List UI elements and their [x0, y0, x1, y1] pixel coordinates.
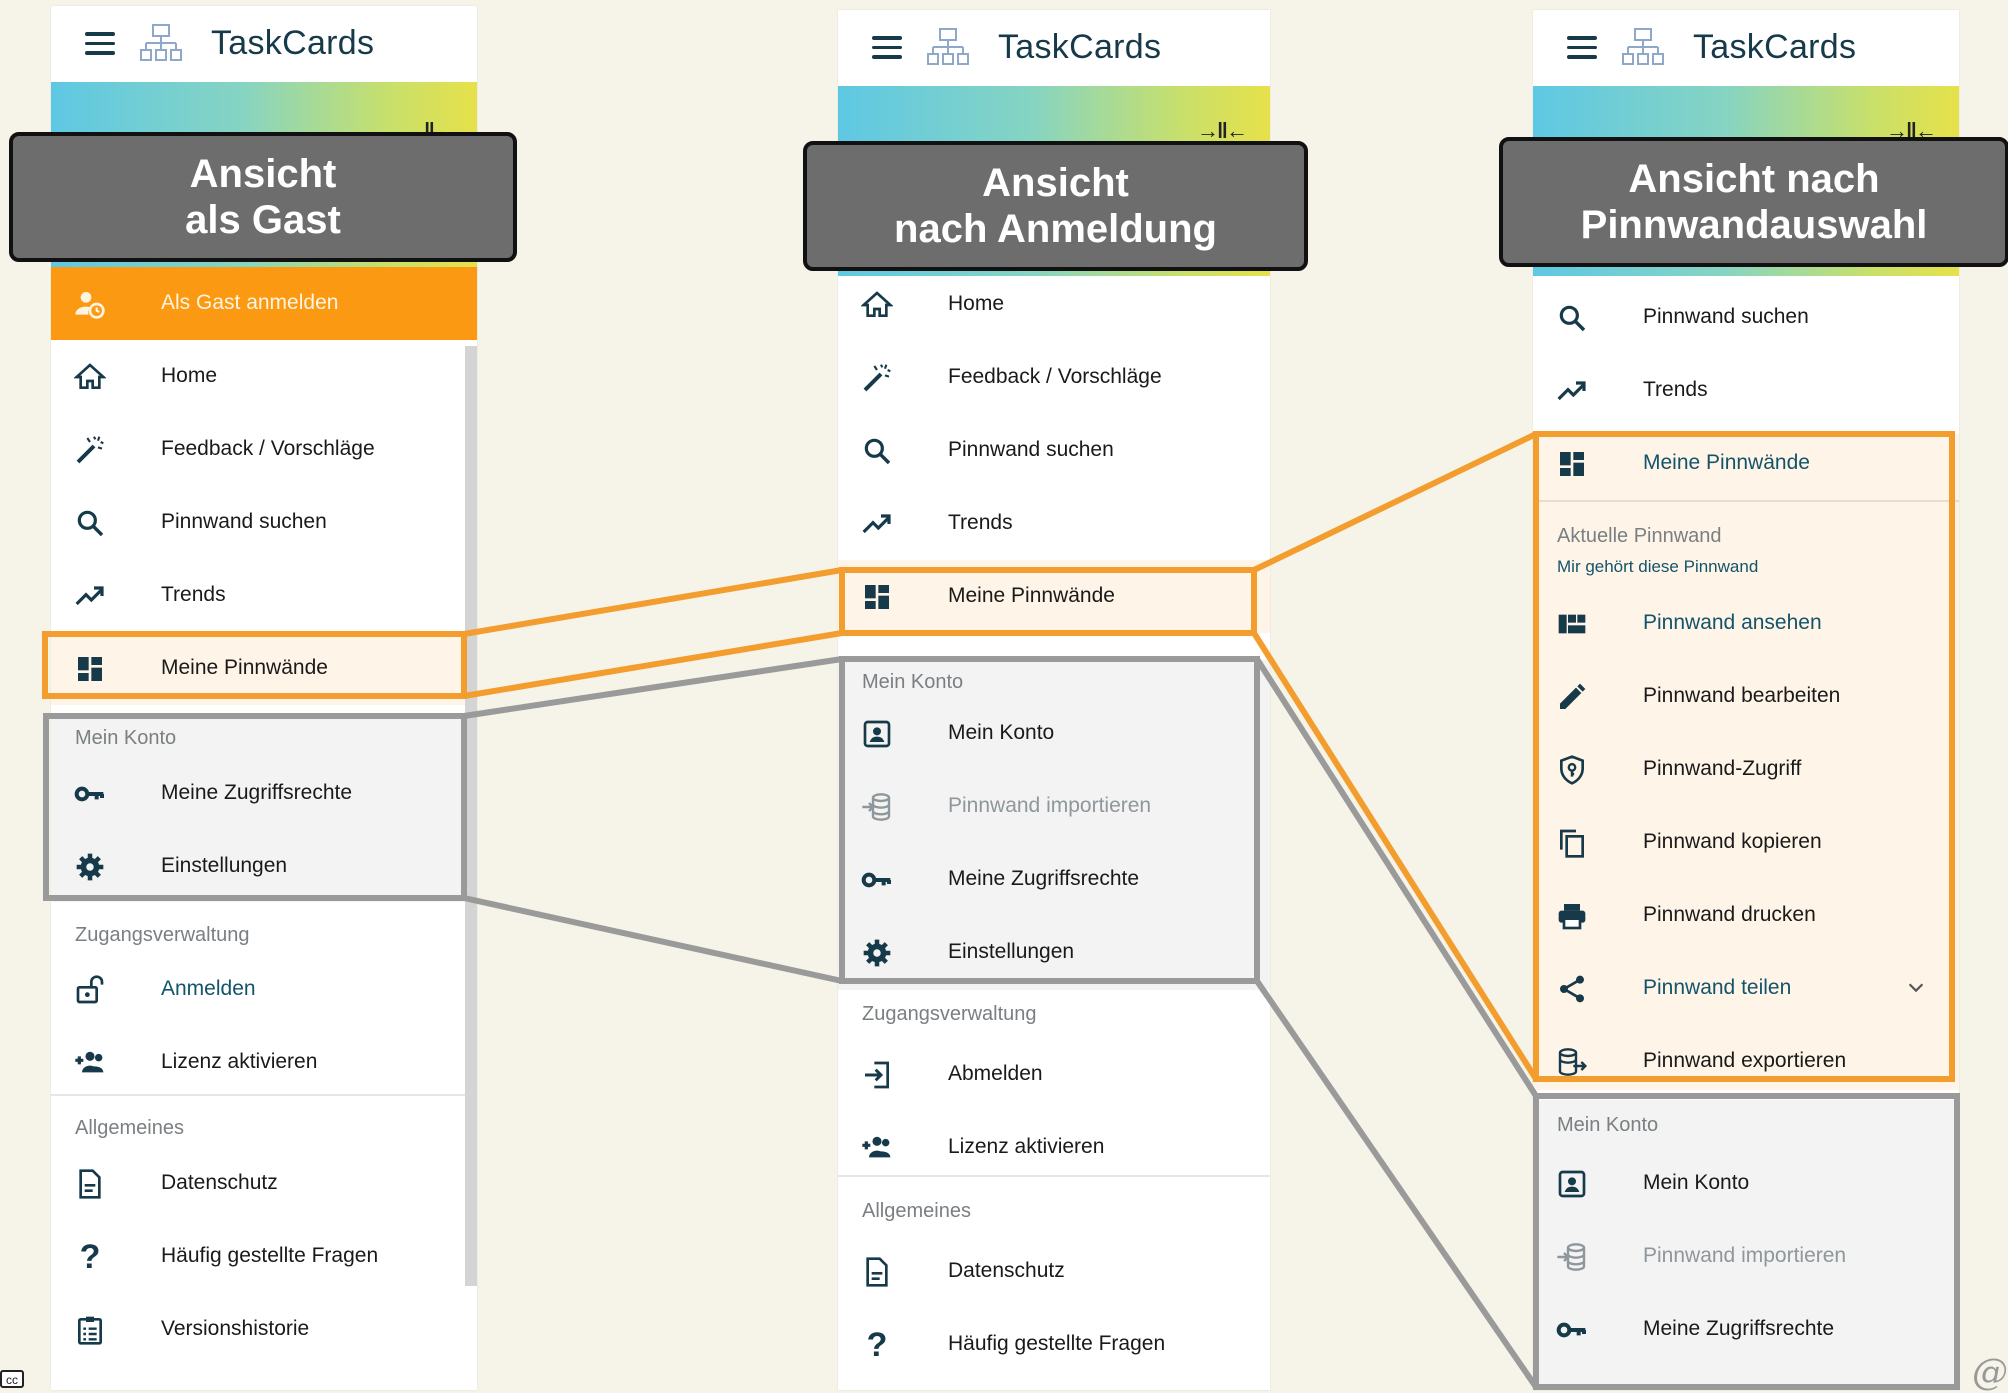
callout-guest-view: Ansicht als Gast — [9, 132, 517, 262]
at-sign: @ — [1972, 1352, 2008, 1393]
callout-line: Ansicht — [982, 161, 1129, 205]
callout-line: nach Anmeldung — [894, 207, 1217, 251]
frame-account-login — [839, 656, 1260, 984]
callout-login-view: Ansicht nach Anmeldung — [803, 141, 1308, 271]
connector-login-board — [1251, 431, 1539, 1081]
connector-account-guest-login — [463, 656, 843, 984]
callout-line: als Gast — [185, 198, 341, 242]
callout-line: Pinnwandauswahl — [1580, 203, 1928, 247]
frame-account-board — [1533, 1093, 1960, 1390]
callout-board-view: Ansicht nach Pinnwandauswahl — [1499, 137, 2008, 267]
highlight-my-boards-guest — [42, 631, 467, 699]
highlight-board-section — [1533, 431, 1955, 1082]
license-badge-icon: cc — [0, 1370, 24, 1388]
connector-account-login-board — [1254, 657, 1539, 1389]
connector-guest-login — [463, 567, 843, 699]
callout-line: Ansicht nach — [1628, 157, 1880, 201]
frame-account-guest — [43, 713, 467, 901]
callout-line: Ansicht — [189, 152, 337, 196]
highlight-my-boards-login — [839, 567, 1257, 636]
